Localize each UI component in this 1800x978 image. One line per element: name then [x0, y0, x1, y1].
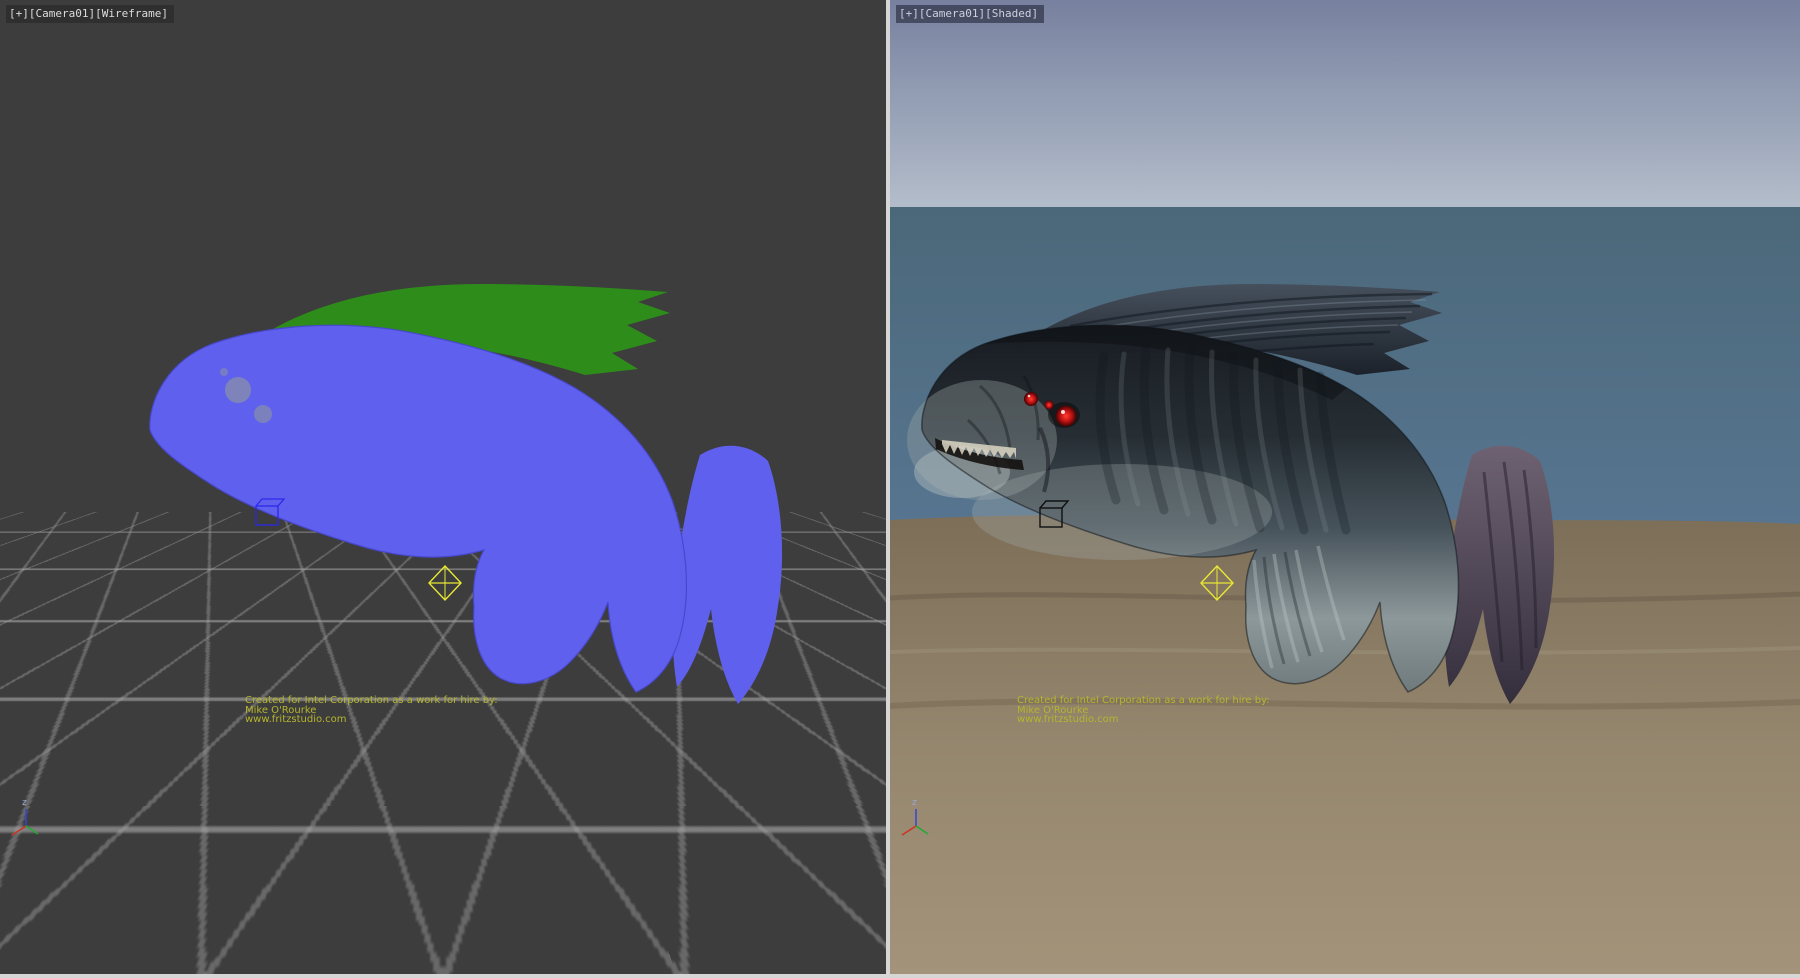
world-axis-gizmo: z	[12, 798, 38, 835]
viewport-shading-button[interactable]: [Wireframe]	[95, 7, 168, 20]
fish-eye-spot	[254, 405, 272, 423]
viewport-menu-button[interactable]: [+]	[899, 7, 919, 20]
fish-eye-spot	[220, 368, 228, 376]
wireframe-canvas[interactable]: Created for Intel Corporation as a work …	[0, 0, 886, 974]
svg-text:www.fritzstudio.com: www.fritzstudio.com	[245, 714, 346, 725]
shaded-canvas[interactable]	[890, 0, 1800, 974]
sky-background	[890, 0, 1800, 210]
viewport-shaded[interactable]: [+][Camera01][Shaded]	[890, 0, 1800, 974]
viewport-pov-button[interactable]: [Camera01]	[919, 7, 985, 20]
eye-specular	[1061, 410, 1065, 414]
fish-eye-spot	[225, 377, 251, 403]
fish-belly-highlight	[972, 464, 1272, 560]
viewport-label-shaded: [+][Camera01][Shaded]	[896, 5, 1044, 23]
viewport-wireframe[interactable]: Created for Intel Corporation as a work …	[0, 0, 886, 974]
dummy-helper[interactable]	[429, 566, 461, 600]
viewport-shading-button[interactable]: [Shaded]	[985, 7, 1038, 20]
fish-eye-red	[1056, 406, 1077, 427]
axis-y	[26, 826, 38, 834]
viewport-label-wireframe: [+][Camera01][Wireframe]	[6, 5, 174, 23]
eye-specular	[1028, 395, 1031, 398]
viewport-menu-button[interactable]: [+]	[9, 7, 29, 20]
watermark-text: Created for Intel Corporation as a work …	[245, 695, 498, 725]
fish-model-wireframe[interactable]	[150, 284, 782, 704]
fish-eye-red	[1024, 392, 1038, 406]
3d-app-viewport-window: Created for Intel Corporation as a work …	[0, 0, 1800, 978]
axis-z-label: z	[22, 798, 27, 808]
viewport-pov-button[interactable]: [Camera01]	[29, 7, 95, 20]
fish-tail-fin[interactable]	[673, 446, 783, 704]
fish-eye-red	[1045, 401, 1054, 410]
axis-x	[12, 826, 26, 835]
